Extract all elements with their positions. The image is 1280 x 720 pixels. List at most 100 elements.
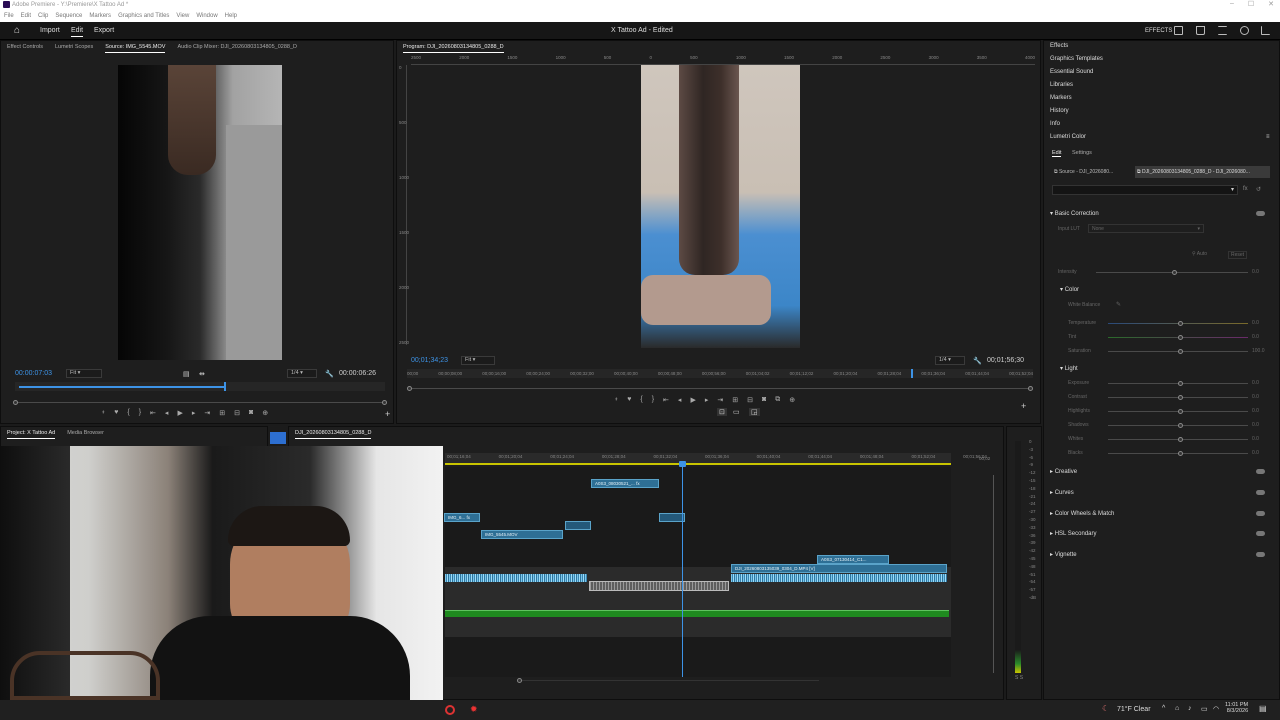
program-zoom-bar[interactable] [407, 386, 1033, 391]
clip-v3-small[interactable] [565, 521, 591, 530]
auto-button[interactable]: ⚲ Auto [1192, 251, 1207, 257]
contrast-value[interactable]: 0.0 [1252, 394, 1259, 400]
extract-icon[interactable]: ⊟ [747, 396, 753, 404]
expand-icon[interactable] [1261, 26, 1270, 35]
program-step-forward-icon[interactable]: ▸ [705, 396, 709, 404]
clip-v4[interactable]: A0S3_08030521_... fx [591, 479, 659, 488]
menu-graphics[interactable]: Graphics and Titles [118, 11, 169, 22]
tab-project[interactable]: Project: X Tattoo Ad [7, 427, 56, 439]
vignette-toggle[interactable] [1256, 552, 1265, 557]
panel-info[interactable]: Info [1050, 121, 1270, 127]
lumetri-source-tab[interactable]: ⧉ Source - DJI_2026080... [1052, 166, 1132, 178]
saturation-value[interactable]: 100.0 [1252, 348, 1265, 354]
insert-clip-icon[interactable]: ⊞ [219, 409, 225, 417]
basic-correction-header[interactable]: ▾ Basic Correction [1050, 210, 1270, 217]
volume-icon[interactable]: ♪ [1188, 705, 1192, 712]
panel-lumetri-color[interactable]: Lumetri Color [1050, 134, 1270, 140]
meter-solo[interactable]: S S [1015, 675, 1023, 681]
add-button-icon[interactable]: + [385, 409, 390, 419]
panel-markers[interactable]: Markers [1050, 95, 1270, 101]
whites-slider[interactable] [1108, 437, 1248, 442]
saturation-slider[interactable] [1108, 349, 1248, 354]
menu-markers[interactable]: Markers [89, 11, 111, 22]
menu-window[interactable]: Window [196, 11, 217, 22]
menu-help[interactable]: Help [225, 11, 237, 22]
vr-icon[interactable]: ⊕ [789, 396, 795, 404]
exposure-value[interactable]: 0.0 [1252, 380, 1259, 386]
home-icon[interactable]: ⌂ [14, 22, 20, 40]
multicam-icon[interactable]: ⧉ [775, 396, 780, 404]
program-step-back-icon[interactable]: ◂ [678, 396, 682, 404]
tab-media-browser[interactable]: Media Browser [67, 427, 104, 439]
menu-icon[interactable] [1218, 26, 1227, 35]
marker-icon[interactable]: ▤ [183, 370, 190, 378]
whites-value[interactable]: 0.0 [1252, 436, 1259, 442]
section-color-wheels[interactable]: ▸ Color Wheels & Match [1050, 510, 1270, 517]
temperature-slider[interactable] [1108, 321, 1248, 326]
panel-icon[interactable] [1174, 26, 1183, 35]
taskbar-app2-icon[interactable]: ✹ [470, 704, 478, 715]
audio-wave-a1-left[interactable] [445, 574, 587, 582]
source-scrubber[interactable] [15, 382, 385, 391]
taskbar-app-icon[interactable] [445, 705, 455, 715]
nav-edit[interactable]: Edit [71, 22, 84, 37]
blacks-slider[interactable] [1108, 451, 1248, 456]
settings-icon[interactable]: ⇹ [199, 370, 205, 378]
tray-chevron-icon[interactable]: ^ [1162, 705, 1165, 712]
menu-clip[interactable]: Clip [38, 11, 48, 22]
nav-import[interactable]: Import [40, 22, 60, 40]
battery-icon[interactable]: ▭ [1201, 705, 1208, 713]
panel-libraries[interactable]: Libraries [1050, 82, 1270, 88]
shadows-slider[interactable] [1108, 423, 1248, 428]
search-icon[interactable] [1240, 26, 1249, 35]
audio-wave-a1-selected[interactable] [589, 581, 729, 591]
weather-text[interactable]: 71°F Clear [1117, 706, 1151, 713]
step-forward-icon[interactable]: ▸ [192, 409, 196, 417]
intensity-value[interactable]: 0.0 [1252, 269, 1259, 275]
panel-effects[interactable]: Effects [1050, 43, 1270, 49]
program-timecode[interactable]: 00;01;34;23 [411, 357, 448, 364]
program-add-button-icon[interactable]: + [1021, 401, 1026, 411]
clip-v3-img[interactable]: IMG_6... fx [444, 513, 480, 522]
section-curves[interactable]: ▸ Curves [1050, 489, 1270, 496]
source-zoom-bar[interactable] [13, 400, 387, 405]
menu-file[interactable]: File [4, 11, 14, 22]
clock[interactable]: 11:01 PM 8/3/2026 [1225, 702, 1248, 714]
program-res-dropdown[interactable]: 1/4 ▾ [935, 356, 965, 365]
light-subheader[interactable]: ▾ Light [1060, 365, 1280, 372]
add-marker-icon[interactable]: ♥ [114, 409, 118, 417]
panel-essential-sound[interactable]: Essential Sound [1050, 69, 1270, 75]
share-icon[interactable] [1196, 26, 1205, 35]
step-back-icon[interactable]: ◂ [165, 409, 169, 417]
timeline-playhead[interactable] [682, 461, 683, 677]
overwrite-icon[interactable]: ⊟ [234, 409, 240, 417]
source-fit-dropdown[interactable]: Fit ▾ [66, 369, 102, 378]
program-marker-icon[interactable]: ♥ [627, 396, 631, 404]
lumetri-tab-settings[interactable]: Settings [1072, 150, 1092, 156]
lumetri-tab-edit[interactable]: Edit [1052, 150, 1062, 157]
export-frame-icon[interactable]: ◙ [249, 409, 253, 417]
menu-edit[interactable]: Edit [21, 11, 31, 22]
curves-toggle[interactable] [1256, 490, 1265, 495]
clip-v2-img5545[interactable]: IMG_5545.MOV [481, 530, 563, 539]
panel-history[interactable]: History [1050, 108, 1270, 114]
timeline-hscroll[interactable] [517, 678, 819, 683]
effects-button[interactable]: EFFECTS [1145, 22, 1172, 40]
tint-value[interactable]: 0.0 [1252, 334, 1259, 340]
clip-v1-dji[interactable]: DJI_20260803135039_0304_D.MP4 [V] [731, 564, 947, 573]
source-res-dropdown[interactable]: 1/4 ▾ [287, 369, 317, 378]
tint-slider[interactable] [1108, 335, 1248, 340]
nav-export[interactable]: Export [94, 22, 114, 40]
exposure-slider[interactable] [1108, 381, 1248, 386]
maximize-button[interactable]: ☐ [1248, 0, 1254, 8]
minimize-button[interactable]: – [1230, 0, 1234, 8]
wifi-icon[interactable]: ◠ [1213, 705, 1219, 713]
timeline-vscroll[interactable] [993, 475, 994, 673]
compare-icon[interactable]: ⊞ [732, 396, 738, 404]
clip-v1-a0s3[interactable]: A0S3_07130414_C1... [817, 555, 889, 564]
tab-timeline-sequence[interactable]: DJI_20260803134805_0288_D [295, 427, 372, 439]
tab-audio-clip-mixer[interactable]: Audio Clip Mixer: DJI_20260803134805_028… [177, 41, 297, 53]
program-fit-dropdown[interactable]: Fit ▾ [461, 356, 495, 365]
color-subheader[interactable]: ▾ Color [1060, 286, 1280, 293]
program-go-to-in-icon[interactable]: ⇤ [663, 396, 669, 404]
